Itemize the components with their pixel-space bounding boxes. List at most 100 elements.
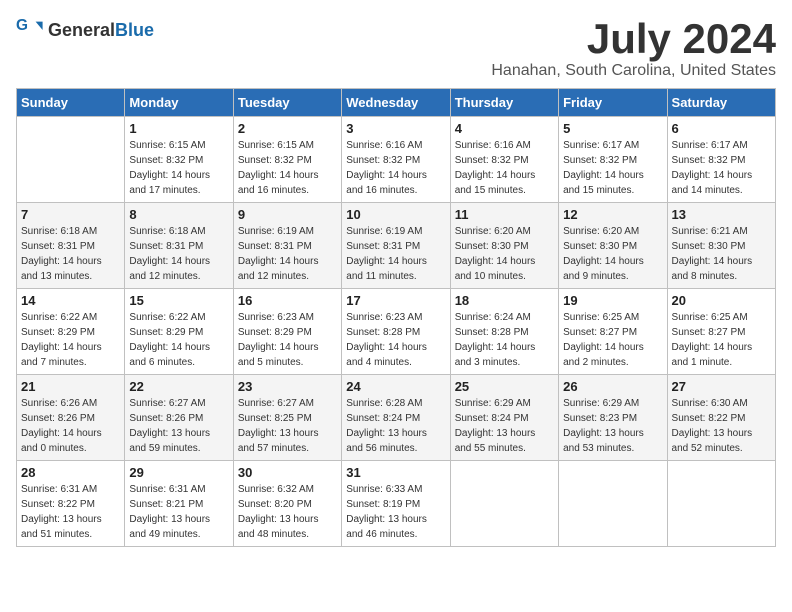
day-number: 1 bbox=[129, 121, 228, 136]
day-info: Sunrise: 6:27 AM Sunset: 8:25 PM Dayligh… bbox=[238, 396, 337, 456]
day-number: 19 bbox=[563, 293, 662, 308]
day-info: Sunrise: 6:31 AM Sunset: 8:22 PM Dayligh… bbox=[21, 482, 120, 542]
day-number: 30 bbox=[238, 465, 337, 480]
day-info: Sunrise: 6:25 AM Sunset: 8:27 PM Dayligh… bbox=[672, 310, 771, 370]
calendar-cell: 16 Sunrise: 6:23 AM Sunset: 8:29 PM Dayli… bbox=[233, 289, 341, 375]
month-title: July 2024 bbox=[491, 16, 776, 62]
day-info: Sunrise: 6:20 AM Sunset: 8:30 PM Dayligh… bbox=[455, 224, 554, 284]
day-number: 4 bbox=[455, 121, 554, 136]
day-info: Sunrise: 6:29 AM Sunset: 8:24 PM Dayligh… bbox=[455, 396, 554, 456]
day-number: 11 bbox=[455, 207, 554, 222]
day-info: Sunrise: 6:23 AM Sunset: 8:29 PM Dayligh… bbox=[238, 310, 337, 370]
header-thursday: Thursday bbox=[450, 89, 558, 117]
page-header: G GeneralBlue July 2024 Hanahan, South C… bbox=[16, 16, 776, 80]
calendar-cell: 22Sunrise: 6:27 AM Sunset: 8:26 PM Dayli… bbox=[125, 375, 233, 461]
day-info: Sunrise: 6:18 AM Sunset: 8:31 PM Dayligh… bbox=[21, 224, 120, 284]
calendar-cell: 26 Sunrise: 6:29 AM Sunset: 8:23 PM Dayli… bbox=[559, 375, 667, 461]
day-number: 7 bbox=[21, 207, 120, 222]
calendar-cell: 29Sunrise: 6:31 AM Sunset: 8:21 PM Dayli… bbox=[125, 461, 233, 547]
day-number: 31 bbox=[346, 465, 445, 480]
day-number: 28 bbox=[21, 465, 120, 480]
day-number: 10 bbox=[346, 207, 445, 222]
calendar-cell: 1 Sunrise: 6:15 AM Sunset: 8:32 PM Daylig… bbox=[125, 117, 233, 203]
calendar-cell: 25Sunrise: 6:29 AM Sunset: 8:24 PM Dayli… bbox=[450, 375, 558, 461]
day-info: Sunrise: 6:20 AM Sunset: 8:30 PM Dayligh… bbox=[563, 224, 662, 284]
day-number: 5 bbox=[563, 121, 662, 136]
calendar-cell: 6 Sunrise: 6:17 AM Sunset: 8:32 PM Daylig… bbox=[667, 117, 775, 203]
day-info: Sunrise: 6:28 AM Sunset: 8:24 PM Dayligh… bbox=[346, 396, 445, 456]
calendar-cell: 9 Sunrise: 6:19 AM Sunset: 8:31 PM Daylig… bbox=[233, 203, 341, 289]
logo-blue: Blue bbox=[115, 20, 154, 40]
calendar-cell: 12 Sunrise: 6:20 AM Sunset: 8:30 PM Dayli… bbox=[559, 203, 667, 289]
calendar-table: SundayMondayTuesdayWednesdayThursdayFrid… bbox=[16, 88, 776, 547]
calendar-cell: 17 Sunrise: 6:23 AM Sunset: 8:28 PM Dayli… bbox=[342, 289, 450, 375]
calendar-cell: 4Sunrise: 6:16 AM Sunset: 8:32 PM Daylig… bbox=[450, 117, 558, 203]
calendar-cell: 13Sunrise: 6:21 AM Sunset: 8:30 PM Dayli… bbox=[667, 203, 775, 289]
day-number: 26 bbox=[563, 379, 662, 394]
calendar-cell: 24 Sunrise: 6:28 AM Sunset: 8:24 PM Dayli… bbox=[342, 375, 450, 461]
svg-text:G: G bbox=[16, 17, 28, 34]
day-info: Sunrise: 6:17 AM Sunset: 8:32 PM Dayligh… bbox=[563, 138, 662, 198]
header-wednesday: Wednesday bbox=[342, 89, 450, 117]
calendar-cell: 7 Sunrise: 6:18 AM Sunset: 8:31 PM Daylig… bbox=[17, 203, 125, 289]
calendar-cell: 2 Sunrise: 6:15 AM Sunset: 8:32 PM Daylig… bbox=[233, 117, 341, 203]
day-number: 16 bbox=[238, 293, 337, 308]
calendar-cell: 30 Sunrise: 6:32 AM Sunset: 8:20 PM Dayli… bbox=[233, 461, 341, 547]
logo-icon: G bbox=[16, 16, 44, 44]
calendar-cell: 23 Sunrise: 6:27 AM Sunset: 8:25 PM Dayli… bbox=[233, 375, 341, 461]
calendar-header-row: SundayMondayTuesdayWednesdayThursdayFrid… bbox=[17, 89, 776, 117]
logo-general: General bbox=[48, 20, 115, 40]
day-info: Sunrise: 6:22 AM Sunset: 8:29 PM Dayligh… bbox=[129, 310, 228, 370]
calendar-week-row: 1 Sunrise: 6:15 AM Sunset: 8:32 PM Daylig… bbox=[17, 117, 776, 203]
day-info: Sunrise: 6:15 AM Sunset: 8:32 PM Dayligh… bbox=[238, 138, 337, 198]
calendar-cell: 19Sunrise: 6:25 AM Sunset: 8:27 PM Dayli… bbox=[559, 289, 667, 375]
day-number: 12 bbox=[563, 207, 662, 222]
calendar-week-row: 28 Sunrise: 6:31 AM Sunset: 8:22 PM Dayli… bbox=[17, 461, 776, 547]
header-monday: Monday bbox=[125, 89, 233, 117]
day-info: Sunrise: 6:24 AM Sunset: 8:28 PM Dayligh… bbox=[455, 310, 554, 370]
day-number: 18 bbox=[455, 293, 554, 308]
location-title: Hanahan, South Carolina, United States bbox=[491, 62, 776, 80]
header-sunday: Sunday bbox=[17, 89, 125, 117]
day-number: 2 bbox=[238, 121, 337, 136]
calendar-cell: 3Sunrise: 6:16 AM Sunset: 8:32 PM Daylig… bbox=[342, 117, 450, 203]
calendar-cell bbox=[17, 117, 125, 203]
header-saturday: Saturday bbox=[667, 89, 775, 117]
calendar-cell bbox=[559, 461, 667, 547]
logo-text: GeneralBlue bbox=[48, 20, 154, 41]
day-info: Sunrise: 6:21 AM Sunset: 8:30 PM Dayligh… bbox=[672, 224, 771, 284]
day-number: 23 bbox=[238, 379, 337, 394]
calendar-cell: 8 Sunrise: 6:18 AM Sunset: 8:31 PM Daylig… bbox=[125, 203, 233, 289]
calendar-cell: 31 Sunrise: 6:33 AM Sunset: 8:19 PM Dayli… bbox=[342, 461, 450, 547]
calendar-cell: 27 Sunrise: 6:30 AM Sunset: 8:22 PM Dayli… bbox=[667, 375, 775, 461]
day-info: Sunrise: 6:18 AM Sunset: 8:31 PM Dayligh… bbox=[129, 224, 228, 284]
day-info: Sunrise: 6:29 AM Sunset: 8:23 PM Dayligh… bbox=[563, 396, 662, 456]
day-number: 8 bbox=[129, 207, 228, 222]
day-number: 17 bbox=[346, 293, 445, 308]
day-number: 6 bbox=[672, 121, 771, 136]
day-number: 27 bbox=[672, 379, 771, 394]
day-info: Sunrise: 6:19 AM Sunset: 8:31 PM Dayligh… bbox=[238, 224, 337, 284]
day-info: Sunrise: 6:32 AM Sunset: 8:20 PM Dayligh… bbox=[238, 482, 337, 542]
day-info: Sunrise: 6:22 AM Sunset: 8:29 PM Dayligh… bbox=[21, 310, 120, 370]
calendar-cell: 21Sunrise: 6:26 AM Sunset: 8:26 PM Dayli… bbox=[17, 375, 125, 461]
day-info: Sunrise: 6:15 AM Sunset: 8:32 PM Dayligh… bbox=[129, 138, 228, 198]
day-info: Sunrise: 6:23 AM Sunset: 8:28 PM Dayligh… bbox=[346, 310, 445, 370]
day-number: 15 bbox=[129, 293, 228, 308]
calendar-week-row: 14Sunrise: 6:22 AM Sunset: 8:29 PM Dayli… bbox=[17, 289, 776, 375]
calendar-cell: 28 Sunrise: 6:31 AM Sunset: 8:22 PM Dayli… bbox=[17, 461, 125, 547]
day-info: Sunrise: 6:33 AM Sunset: 8:19 PM Dayligh… bbox=[346, 482, 445, 542]
day-number: 24 bbox=[346, 379, 445, 394]
title-block: July 2024 Hanahan, South Carolina, Unite… bbox=[491, 16, 776, 80]
calendar-week-row: 7 Sunrise: 6:18 AM Sunset: 8:31 PM Daylig… bbox=[17, 203, 776, 289]
day-info: Sunrise: 6:30 AM Sunset: 8:22 PM Dayligh… bbox=[672, 396, 771, 456]
day-info: Sunrise: 6:31 AM Sunset: 8:21 PM Dayligh… bbox=[129, 482, 228, 542]
calendar-cell bbox=[667, 461, 775, 547]
day-number: 9 bbox=[238, 207, 337, 222]
calendar-cell: 5 Sunrise: 6:17 AM Sunset: 8:32 PM Daylig… bbox=[559, 117, 667, 203]
day-info: Sunrise: 6:19 AM Sunset: 8:31 PM Dayligh… bbox=[346, 224, 445, 284]
day-number: 20 bbox=[672, 293, 771, 308]
day-info: Sunrise: 6:17 AM Sunset: 8:32 PM Dayligh… bbox=[672, 138, 771, 198]
day-number: 21 bbox=[21, 379, 120, 394]
day-info: Sunrise: 6:16 AM Sunset: 8:32 PM Dayligh… bbox=[346, 138, 445, 198]
